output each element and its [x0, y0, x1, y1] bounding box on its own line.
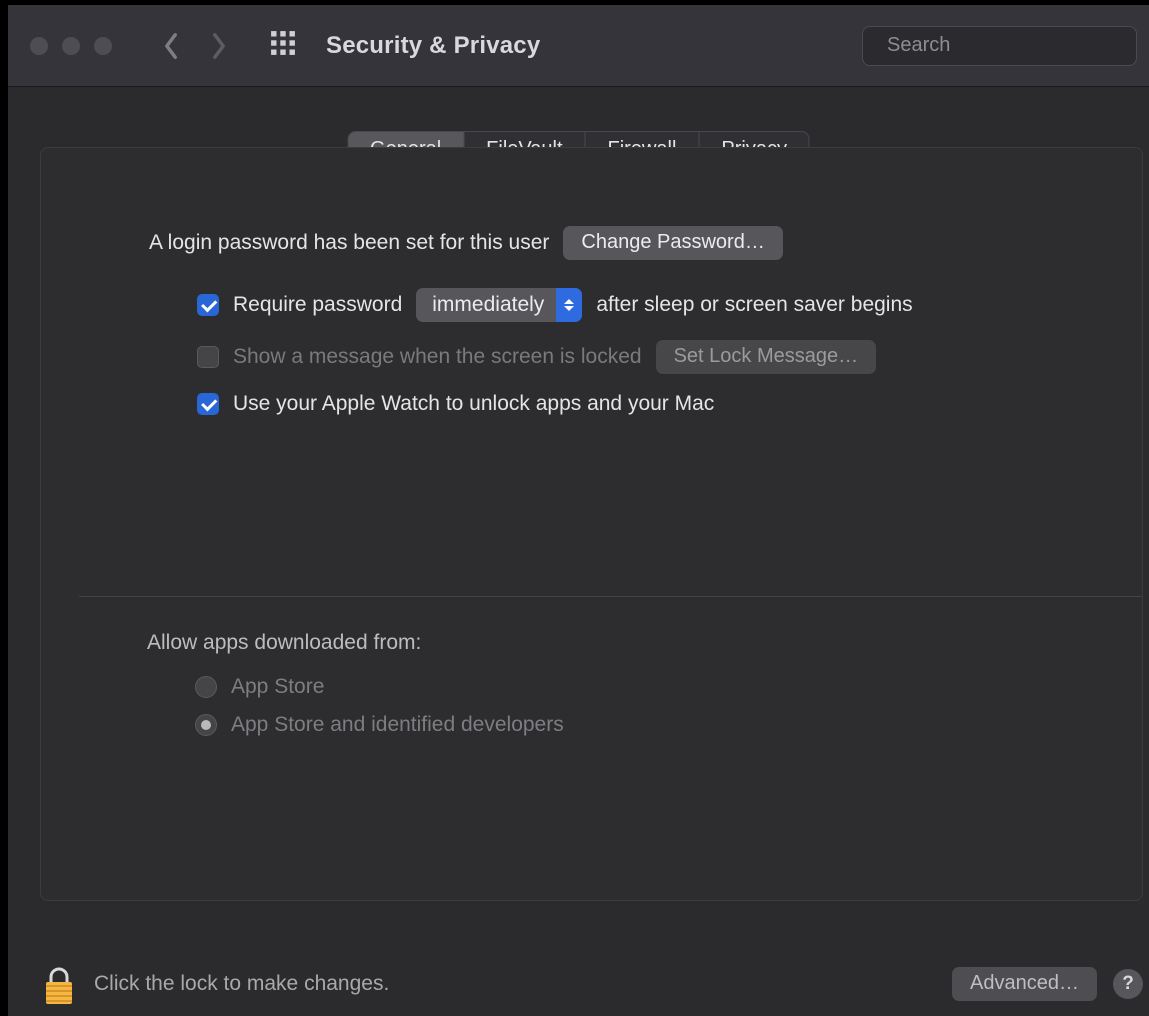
window-close[interactable]	[30, 37, 48, 55]
allow-apps-option-appstore-label: App Store	[231, 675, 324, 699]
allow-apps-option-identified-label: App Store and identified developers	[231, 713, 564, 737]
lock-icon	[42, 966, 76, 1006]
search-input[interactable]	[887, 34, 1149, 57]
show-all-icon[interactable]	[270, 30, 296, 61]
nav-back-button[interactable]	[160, 29, 182, 63]
require-password-prefix: Require password	[233, 293, 402, 317]
divider	[79, 596, 1142, 597]
require-password-checkbox[interactable]	[197, 294, 219, 316]
require-password-delay-value: immediately	[432, 293, 544, 317]
allow-apps-option-appstore[interactable]: App Store	[195, 675, 1094, 699]
radio-appstore[interactable]	[195, 676, 217, 698]
window-minimize[interactable]	[62, 37, 80, 55]
lock-message-row: Show a message when the screen is locked…	[197, 340, 1094, 374]
login-password-row: A login password has been set for this u…	[149, 226, 1094, 260]
change-password-button[interactable]: Change Password…	[563, 226, 782, 260]
general-panel: A login password has been set for this u…	[40, 147, 1143, 901]
lock-message-label: Show a message when the screen is locked	[233, 345, 642, 369]
allow-apps-heading: Allow apps downloaded from:	[147, 631, 1094, 655]
require-password-delay-popup[interactable]: immediately	[416, 288, 582, 322]
search-field[interactable]	[862, 26, 1137, 66]
require-password-row: Require password immediately after sleep…	[197, 288, 1094, 322]
apple-watch-checkbox[interactable]	[197, 393, 219, 415]
popup-arrows-icon	[556, 288, 582, 322]
lock-message-checkbox[interactable]	[197, 346, 219, 368]
set-lock-message-button[interactable]: Set Lock Message…	[656, 340, 877, 374]
window-zoom[interactable]	[94, 37, 112, 55]
toolbar: Security & Privacy	[8, 5, 1149, 87]
window-title: Security & Privacy	[326, 32, 540, 60]
allow-apps-option-identified[interactable]: App Store and identified developers	[195, 713, 1094, 737]
advanced-button[interactable]: Advanced…	[952, 967, 1097, 1001]
help-button[interactable]: ?	[1113, 969, 1143, 999]
radio-identified[interactable]	[195, 714, 217, 736]
preferences-window: Security & Privacy General FileVault Fir…	[8, 5, 1149, 1016]
login-password-label: A login password has been set for this u…	[149, 231, 549, 255]
nav-forward-button[interactable]	[208, 29, 230, 63]
lock-button[interactable]	[40, 962, 78, 1006]
pane-body: General FileVault Firewall Privacy A log…	[8, 87, 1149, 1016]
window-controls	[30, 37, 112, 55]
apple-watch-label: Use your Apple Watch to unlock apps and …	[233, 392, 714, 416]
allow-apps-radio-group: App Store App Store and identified devel…	[195, 675, 1094, 737]
require-password-suffix: after sleep or screen saver begins	[596, 293, 912, 317]
footer: Click the lock to make changes. Advanced…	[40, 962, 1143, 1006]
apple-watch-row: Use your Apple Watch to unlock apps and …	[197, 392, 1094, 416]
nav-buttons	[160, 29, 230, 63]
lock-hint-text: Click the lock to make changes.	[94, 972, 389, 996]
